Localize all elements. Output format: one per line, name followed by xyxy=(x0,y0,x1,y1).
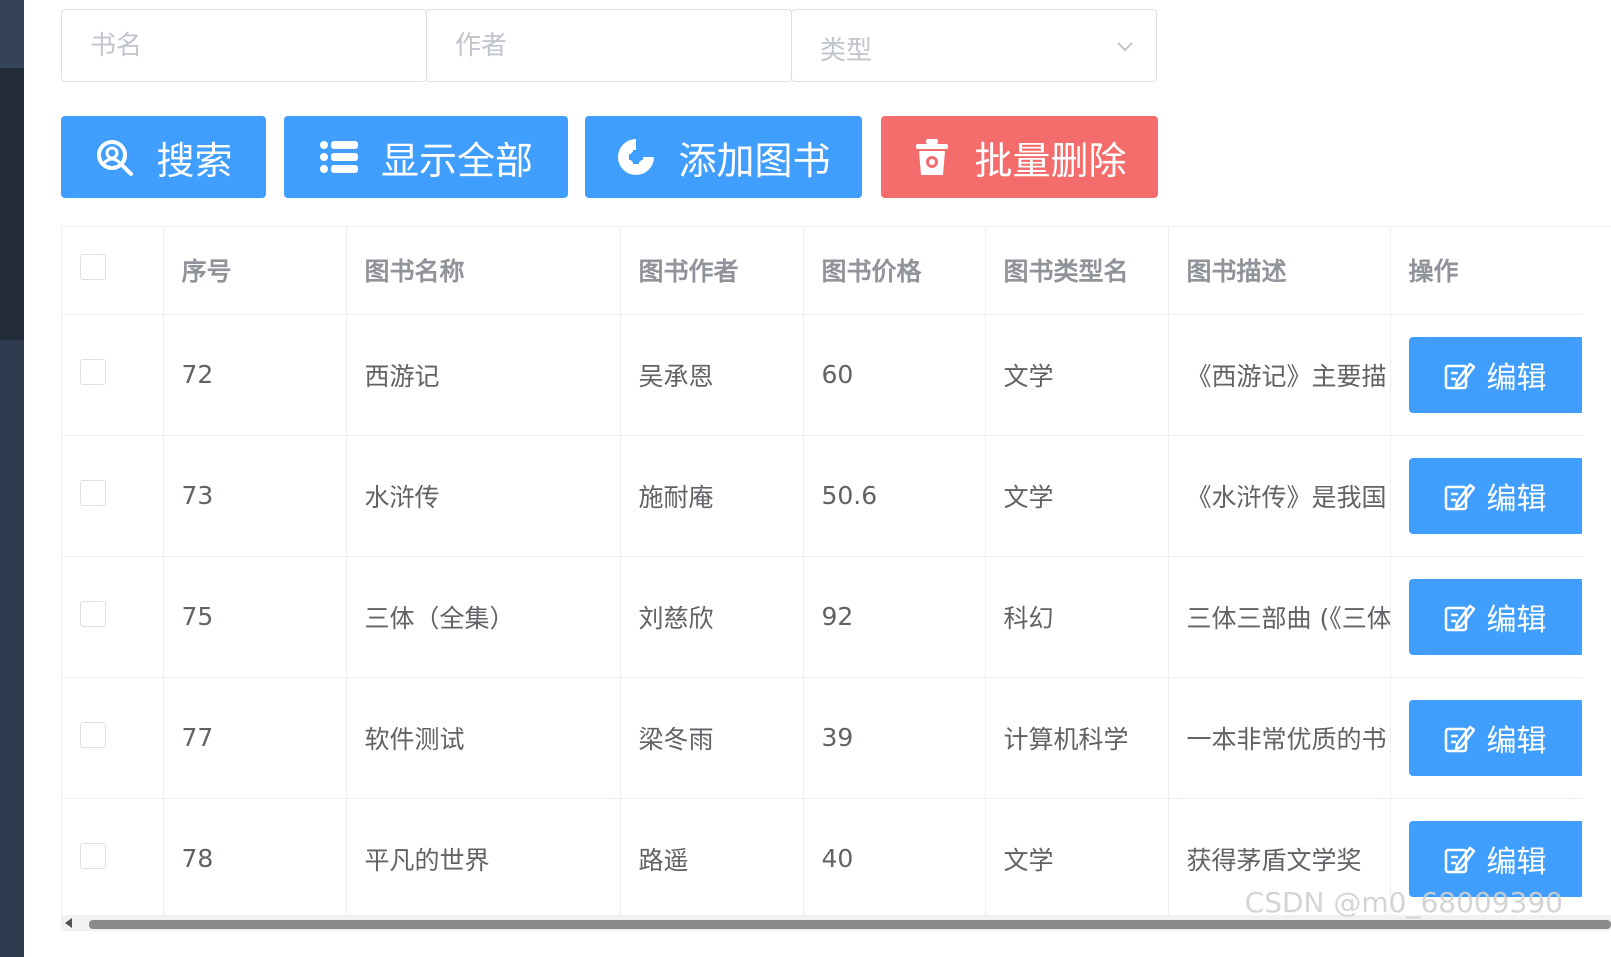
row-select-cell[interactable] xyxy=(62,435,164,557)
row-select-cell[interactable] xyxy=(62,556,164,678)
cell-type: 文学 xyxy=(985,798,1169,920)
header-desc: 图书描述 xyxy=(1168,227,1391,315)
cell-author: 路遥 xyxy=(620,798,804,920)
table-row: 75 三体（全集） 刘慈欣 92 科幻 三体三部曲 (《三体 编辑 xyxy=(62,556,1582,678)
sidebar-active-area xyxy=(0,68,24,340)
cell-price: 60 xyxy=(803,314,986,436)
cell-type: 科幻 xyxy=(985,556,1169,678)
edit-icon xyxy=(1444,483,1475,510)
cell-op: 编辑 xyxy=(1390,314,1582,436)
cell-id: 77 xyxy=(163,677,347,799)
cell-type: 计算机科学 xyxy=(985,677,1169,799)
edit-button-label: 编辑 xyxy=(1486,844,1547,880)
select-all-checkbox[interactable] xyxy=(80,254,106,281)
edit-button[interactable]: 编辑 xyxy=(1408,699,1582,776)
edit-icon xyxy=(1444,725,1475,752)
scrollbar-thumb[interactable] xyxy=(89,920,1611,929)
row-select-cell[interactable] xyxy=(62,677,164,799)
search-button-label: 搜索 xyxy=(156,138,233,183)
edit-icon xyxy=(1444,846,1475,873)
cell-name: 软件测试 xyxy=(346,677,621,799)
sidebar-strip xyxy=(0,0,24,957)
batch-delete-button-label: 批量删除 xyxy=(974,138,1127,183)
cell-desc: 《西游记》主要描 xyxy=(1168,314,1391,436)
circle-plus-icon xyxy=(618,139,655,175)
row-checkbox[interactable] xyxy=(80,600,106,627)
row-select-cell[interactable] xyxy=(62,314,164,436)
row-checkbox[interactable] xyxy=(80,358,106,385)
search-button[interactable]: 搜索 xyxy=(61,116,266,198)
row-select-cell[interactable] xyxy=(62,798,164,920)
cell-price: 50.6 xyxy=(803,435,986,557)
watermark: CSDN @m0_68009390 xyxy=(1244,886,1563,919)
show-all-button-label: 显示全部 xyxy=(380,138,533,183)
book-name-input[interactable] xyxy=(62,10,426,81)
cell-id: 73 xyxy=(163,435,347,557)
show-all-button[interactable]: 显示全部 xyxy=(284,116,568,198)
search-icon xyxy=(97,140,134,176)
row-checkbox[interactable] xyxy=(80,721,106,748)
edit-button-label: 编辑 xyxy=(1486,360,1547,396)
edit-button-label: 编辑 xyxy=(1486,723,1547,759)
cell-author: 吴承恩 xyxy=(620,314,804,436)
book-name-field[interactable] xyxy=(61,9,427,82)
cell-desc: 三体三部曲 (《三体 xyxy=(1168,556,1391,678)
header-id: 序号 xyxy=(163,227,347,315)
cell-op: 编辑 xyxy=(1390,677,1582,799)
cell-type: 文学 xyxy=(985,435,1169,557)
table-row: 77 软件测试 梁冬雨 39 计算机科学 一本非常优质的书 编辑 xyxy=(62,677,1582,799)
row-checkbox[interactable] xyxy=(80,842,106,869)
header-author: 图书作者 xyxy=(620,227,804,315)
cell-name: 平凡的世界 xyxy=(346,798,621,920)
type-select-placeholder: 类型 xyxy=(820,36,873,66)
cell-name: 水浒传 xyxy=(346,435,621,557)
cell-desc: 《水浒传》是我国 xyxy=(1168,435,1391,557)
edit-button-label: 编辑 xyxy=(1486,602,1547,638)
books-table: 序号 图书名称 图书作者 图书价格 图书类型名 图书描述 操作 72 西游记 吴… xyxy=(61,226,1611,926)
header-name: 图书名称 xyxy=(346,227,621,315)
chevron-down-icon xyxy=(1117,42,1133,52)
edit-icon xyxy=(1444,604,1475,631)
table-row: 72 西游记 吴承恩 60 文学 《西游记》主要描 编辑 xyxy=(62,314,1582,436)
cell-name: 三体（全集） xyxy=(346,556,621,678)
header-type: 图书类型名 xyxy=(985,227,1169,315)
author-field[interactable] xyxy=(426,9,792,82)
cell-type: 文学 xyxy=(985,314,1169,436)
scroll-left-arrow-icon[interactable] xyxy=(65,918,72,928)
author-input[interactable] xyxy=(427,10,791,81)
header-select-all[interactable] xyxy=(62,227,164,315)
edit-icon xyxy=(1444,362,1475,389)
sidebar-top xyxy=(0,0,24,68)
cell-author: 刘慈欣 xyxy=(620,556,804,678)
batch-delete-button[interactable]: 批量删除 xyxy=(881,116,1158,198)
cell-name: 西游记 xyxy=(346,314,621,436)
add-book-button[interactable]: 添加图书 xyxy=(585,116,862,198)
edit-button[interactable]: 编辑 xyxy=(1408,578,1582,655)
cell-price: 92 xyxy=(803,556,986,678)
table-row: 73 水浒传 施耐庵 50.6 文学 《水浒传》是我国 编辑 xyxy=(62,435,1582,557)
cell-op: 编辑 xyxy=(1390,435,1582,557)
table-header-row: 序号 图书名称 图书作者 图书价格 图书类型名 图书描述 操作 xyxy=(62,227,1582,315)
cell-author: 梁冬雨 xyxy=(620,677,804,799)
type-select[interactable]: 类型 xyxy=(791,9,1157,82)
header-price: 图书价格 xyxy=(803,227,986,315)
cell-id: 75 xyxy=(163,556,347,678)
edit-button-label: 编辑 xyxy=(1486,481,1547,517)
cell-price: 39 xyxy=(803,677,986,799)
header-op: 操作 xyxy=(1390,227,1582,315)
add-book-button-label: 添加图书 xyxy=(678,138,831,183)
list-icon xyxy=(319,141,358,173)
cell-price: 40 xyxy=(803,798,986,920)
cell-op: 编辑 xyxy=(1390,556,1582,678)
cell-desc: 一本非常优质的书 xyxy=(1168,677,1391,799)
row-checkbox[interactable] xyxy=(80,479,106,506)
cell-id: 72 xyxy=(163,314,347,436)
trash-icon xyxy=(916,139,949,175)
cell-author: 施耐庵 xyxy=(620,435,804,557)
edit-button[interactable]: 编辑 xyxy=(1408,336,1582,413)
edit-button[interactable]: 编辑 xyxy=(1408,457,1582,534)
cell-id: 78 xyxy=(163,798,347,920)
